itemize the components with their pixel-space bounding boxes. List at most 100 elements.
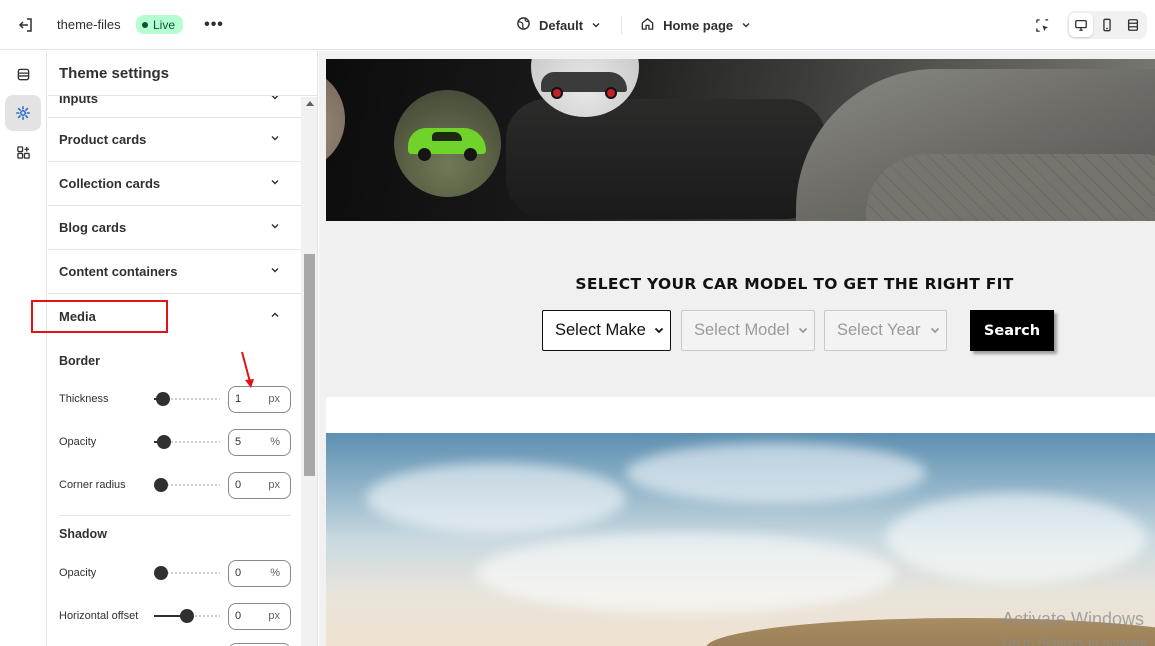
horizontal-offset-row: Horizontal offset 0 px — [59, 602, 291, 630]
panel-header: Theme settings — [48, 51, 317, 96]
hero-seat-quilting — [866, 154, 1155, 221]
input-unit: % — [270, 567, 280, 579]
accordion-blog-cards[interactable]: Blog cards — [48, 206, 301, 250]
input-value: 5 — [235, 436, 242, 448]
page-selector-label: Home page — [663, 17, 734, 33]
live-dot-icon — [142, 21, 148, 28]
inspector-select-icon[interactable] — [1029, 12, 1055, 38]
center-selectors: Default Home page — [510, 12, 757, 38]
chevron-down-icon — [269, 264, 281, 279]
border-thickness-row: Thickness 1 px — [59, 385, 291, 413]
select-label: Select Model — [694, 321, 790, 339]
shadow-opacity-input[interactable]: 0 % — [228, 559, 291, 587]
input-unit: % — [270, 436, 280, 448]
car-thumbnail-left — [326, 69, 345, 169]
car-finder-section: SELECT YOUR CAR MODEL TO GET THE RIGHT F… — [326, 221, 1155, 397]
search-button[interactable]: Search — [970, 310, 1054, 351]
wheel-shape — [464, 148, 477, 161]
chevron-down-icon — [654, 321, 664, 340]
home-icon — [640, 16, 655, 34]
accordion-label: Collection cards — [59, 176, 161, 191]
settings-gear-icon[interactable] — [5, 95, 41, 131]
corner-radius-input[interactable]: 0 px — [228, 471, 291, 499]
theme-name: theme-files — [57, 17, 121, 32]
slider-thumb[interactable] — [154, 566, 168, 580]
chevron-down-icon — [591, 18, 601, 33]
exit-icon[interactable] — [14, 13, 38, 37]
apps-icon[interactable] — [5, 134, 41, 170]
slider-thumb[interactable] — [157, 435, 171, 449]
slider-thumb[interactable] — [156, 392, 170, 406]
theme-settings-panel: Inputs Theme settings Product cards Coll… — [48, 51, 318, 646]
accordion-product-cards[interactable]: Product cards — [48, 118, 301, 162]
car-thumbnail-green[interactable] — [394, 90, 501, 197]
scrollbar-thumb[interactable] — [304, 254, 315, 476]
border-thickness-slider[interactable] — [154, 392, 220, 406]
cloud-shape — [886, 493, 1146, 583]
shadow-opacity-slider[interactable] — [154, 566, 220, 580]
activate-windows-subtext: Go to Settings to activate — [1002, 635, 1148, 646]
slider-thumb[interactable] — [154, 478, 168, 492]
page-selector[interactable]: Home page — [634, 16, 757, 34]
corner-radius-row: Corner radius 0 px — [59, 471, 291, 499]
field-label: Thickness — [59, 393, 109, 405]
border-opacity-input[interactable]: 5 % — [228, 428, 291, 456]
annotation-arrow-icon — [241, 351, 254, 388]
section-spacer — [326, 397, 1155, 433]
panel-title: Theme settings — [59, 65, 170, 82]
horizontal-offset-input[interactable]: 0 px — [228, 602, 291, 630]
field-label: Horizontal offset — [59, 610, 139, 622]
accordion-collection-cards[interactable]: Collection cards — [48, 162, 301, 206]
input-unit: px — [268, 479, 280, 491]
desktop-view-icon[interactable] — [1069, 13, 1093, 37]
input-unit: px — [268, 610, 280, 622]
top-bar: theme-files Live ••• Default Home page — [0, 0, 1155, 50]
horizontal-offset-slider[interactable] — [154, 609, 220, 623]
cloud-shape — [366, 463, 626, 533]
field-label: Opacity — [59, 436, 97, 448]
input-value: 1 — [235, 393, 242, 405]
panel-scrollbar[interactable] — [301, 97, 317, 646]
hero-banner-image — [326, 59, 1155, 221]
chevron-up-icon — [269, 309, 281, 324]
cloud-shape — [476, 533, 896, 613]
slider-thumb[interactable] — [180, 609, 194, 623]
wheel-shape — [551, 87, 563, 99]
globe-icon — [516, 16, 531, 34]
select-year-dropdown[interactable]: Select Year — [824, 310, 947, 351]
divider — [621, 16, 623, 34]
wheel-shape — [418, 148, 431, 161]
accordion-label: Content containers — [59, 264, 178, 279]
accordion-content-containers[interactable]: Content containers — [48, 250, 301, 294]
chevron-down-icon — [741, 18, 751, 33]
right-toolbar — [1029, 11, 1147, 39]
left-rail — [0, 51, 47, 646]
theme-selector[interactable]: Default — [510, 16, 607, 34]
viewport-toggle-group — [1067, 11, 1147, 39]
chevron-down-icon — [930, 321, 940, 340]
sections-icon[interactable] — [5, 56, 41, 92]
shadow-subtitle: Shadow — [59, 527, 107, 541]
field-label: Corner radius — [59, 479, 126, 491]
scroll-up-arrow-icon[interactable] — [306, 101, 314, 106]
divider — [59, 515, 291, 516]
divider — [48, 95, 317, 96]
more-actions-button[interactable]: ••• — [202, 13, 226, 37]
select-model-dropdown[interactable]: Select Model — [681, 310, 815, 351]
select-label: Select Make — [555, 321, 646, 339]
select-make-dropdown[interactable]: Select Make — [542, 310, 671, 351]
mobile-view-icon[interactable] — [1095, 13, 1119, 37]
input-value: 0 — [235, 610, 242, 622]
border-opacity-slider[interactable] — [154, 435, 220, 449]
fullscreen-view-icon[interactable] — [1121, 13, 1145, 37]
field-label: Opacity — [59, 567, 97, 579]
preview-canvas: SELECT YOUR CAR MODEL TO GET THE RIGHT F… — [326, 59, 1155, 646]
theme-selector-label: Default — [539, 17, 584, 33]
accordion-label: Blog cards — [59, 220, 127, 235]
select-label: Select Year — [837, 321, 921, 339]
car-finder-title: SELECT YOUR CAR MODEL TO GET THE RIGHT F… — [575, 275, 1014, 293]
border-subtitle: Border — [59, 354, 100, 368]
activate-windows-watermark: Activate Windows — [1002, 609, 1145, 629]
accordion-label: Product cards — [59, 132, 147, 147]
corner-radius-slider[interactable] — [154, 478, 220, 492]
